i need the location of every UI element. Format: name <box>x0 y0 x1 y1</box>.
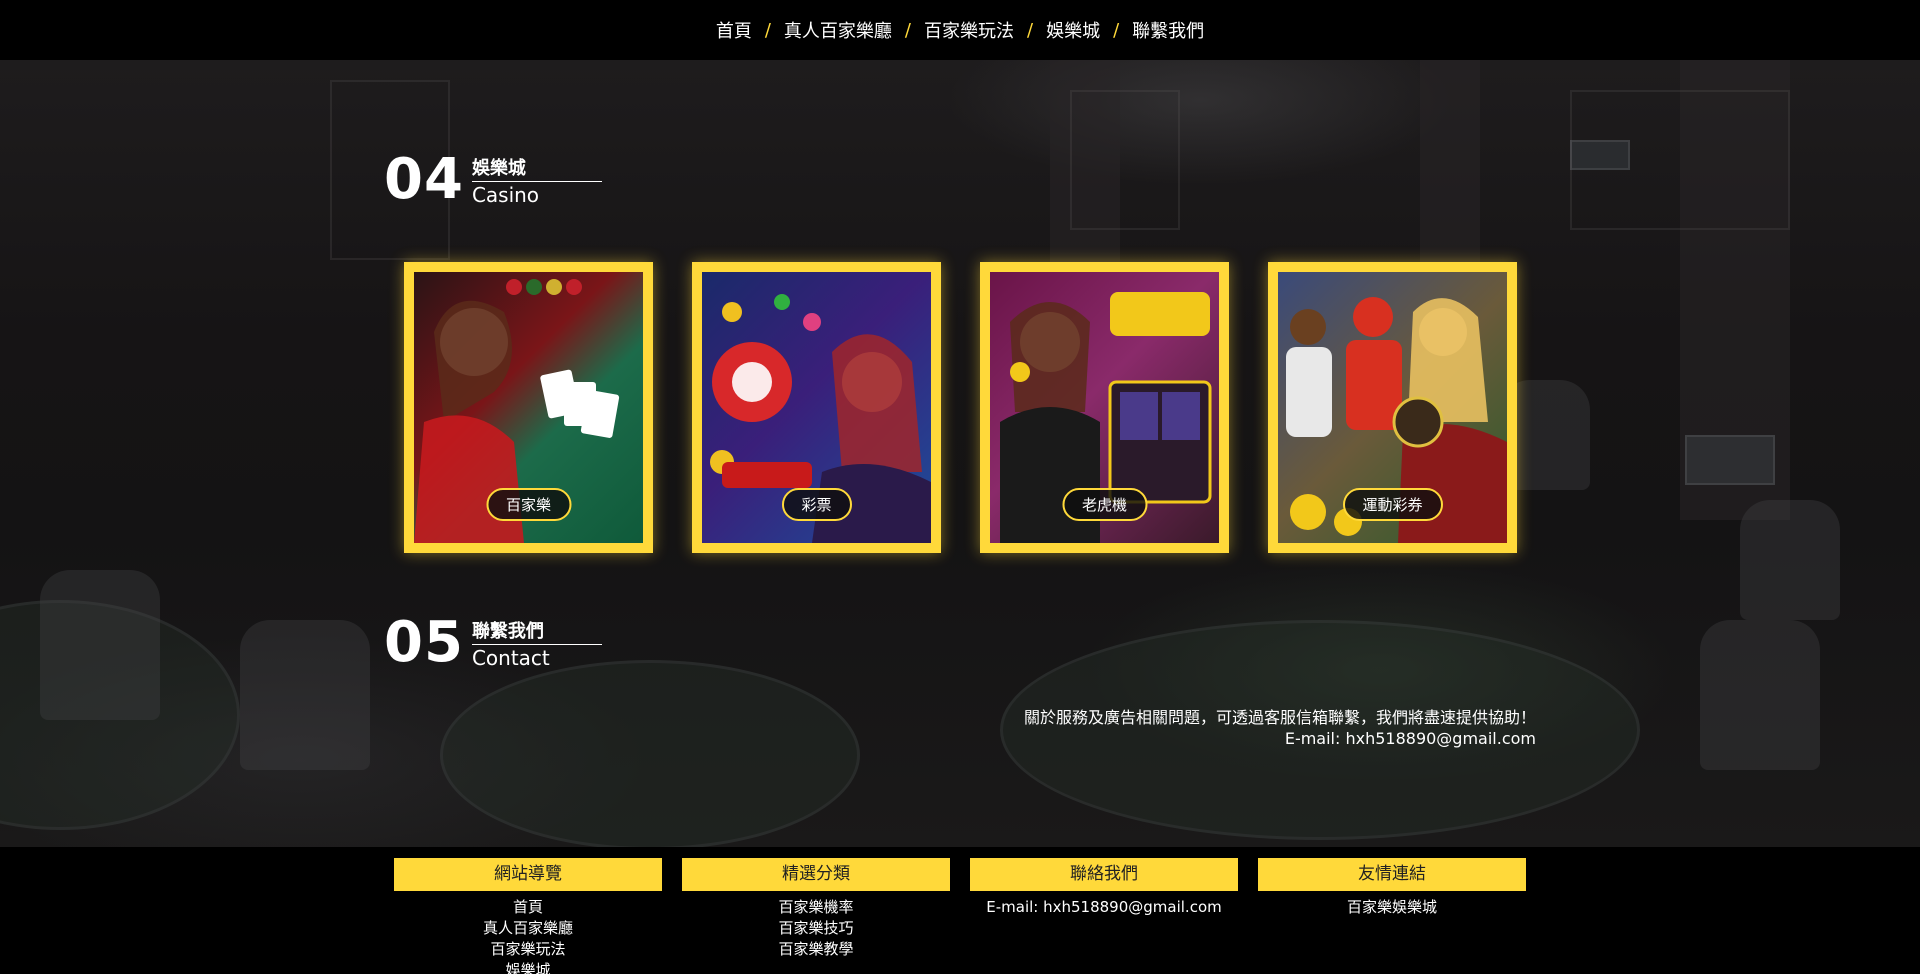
nav-baccarat-rules[interactable]: 百家樂玩法 <box>924 17 1014 43</box>
footer-heading: 精選分類 <box>682 858 950 891</box>
game-card-label: 運動彩券 <box>1342 488 1443 521</box>
footer-link[interactable]: 百家樂技巧 <box>682 918 950 939</box>
nav-contact[interactable]: 聯繫我們 <box>1132 17 1204 43</box>
game-card-slots[interactable]: 老虎機 <box>980 262 1229 553</box>
contact-info: 關於服務及廣告相關問題，可透過客服信箱聯繫，我們將盡速提供協助！ E-mail:… <box>1024 707 1536 749</box>
footer: 網站導覽 首頁 真人百家樂廳 百家樂玩法 娛樂城 精選分類 百家樂機率 百家樂技… <box>0 847 1920 974</box>
section-title-en: Casino <box>471 183 540 207</box>
game-card-lottery[interactable]: 彩票 <box>692 262 941 553</box>
footer-column-contact: 聯絡我們 E-mail: hxh518890@gmail.com <box>970 858 1238 918</box>
contact-email[interactable]: E-mail: hxh518890@gmail.com <box>1024 728 1536 749</box>
game-card-sports[interactable]: 運動彩券 <box>1268 262 1517 553</box>
section-title-zh: 娛樂城 <box>471 158 602 182</box>
lottery-balls-art: 彩票 <box>702 272 931 543</box>
footer-heading: 網站導覽 <box>394 858 662 891</box>
game-card-label: 老虎機 <box>1061 488 1148 521</box>
top-navigation: 首頁 / 真人百家樂廳 / 百家樂玩法 / 娛樂城 / 聯繫我們 <box>0 0 1920 60</box>
baccarat-dealer-art: 百家樂 <box>414 272 643 543</box>
contact-section-header: 05 聯繫我們 Contact <box>384 615 602 671</box>
casino-background-image <box>0 60 1920 847</box>
footer-heading: 聯絡我們 <box>970 858 1238 891</box>
footer-column-site-nav: 網站導覽 首頁 真人百家樂廳 百家樂玩法 娛樂城 <box>394 858 662 974</box>
nav-separator: / <box>1113 19 1120 41</box>
nav-live-baccarat[interactable]: 真人百家樂廳 <box>784 17 892 43</box>
footer-link[interactable]: 首頁 <box>394 897 662 918</box>
footer-link[interactable]: 百家樂玩法 <box>394 939 662 960</box>
nav-home[interactable]: 首頁 <box>716 17 752 43</box>
game-card-baccarat[interactable]: 百家樂 <box>404 262 653 553</box>
contact-message: 關於服務及廣告相關問題，可透過客服信箱聯繫，我們將盡速提供協助！ <box>1023 708 1536 727</box>
section-title-en: Contact <box>471 646 550 670</box>
footer-link[interactable]: E-mail: hxh518890@gmail.com <box>970 897 1238 918</box>
nav-separator: / <box>1027 19 1034 41</box>
footer-column-featured: 精選分類 百家樂機率 百家樂技巧 百家樂教學 <box>682 858 950 960</box>
fruit-slot-art: 老虎機 <box>990 272 1219 543</box>
footer-link[interactable]: 娛樂城 <box>394 960 662 974</box>
game-card-label: 百家樂 <box>485 488 572 521</box>
footer-link[interactable]: 百家樂教學 <box>682 939 950 960</box>
footer-link[interactable]: 真人百家樂廳 <box>394 918 662 939</box>
footer-heading: 友情連結 <box>1258 858 1526 891</box>
footer-link[interactable]: 百家樂機率 <box>682 897 950 918</box>
section-number: 04 <box>384 147 464 212</box>
nav-separator: / <box>904 19 911 41</box>
footer-link[interactable]: 百家樂娛樂城 <box>1258 897 1526 918</box>
section-title-zh: 聯繫我們 <box>471 621 602 645</box>
footer-column-friend-links: 友情連結 百家樂娛樂城 <box>1258 858 1526 918</box>
sports-betting-art: 運動彩券 <box>1278 272 1507 543</box>
game-card-label: 彩票 <box>781 488 852 521</box>
nav-casino[interactable]: 娛樂城 <box>1046 17 1100 43</box>
nav-separator: / <box>764 19 771 41</box>
casino-section-header: 04 娛樂城 Casino <box>384 152 602 208</box>
section-number: 05 <box>384 610 464 675</box>
